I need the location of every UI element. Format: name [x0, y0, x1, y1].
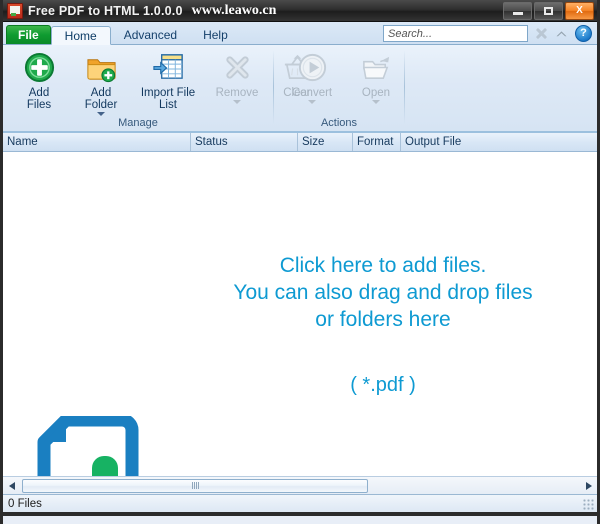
add-folder-label: Add Folder	[84, 87, 118, 111]
tab-advanced[interactable]: Advanced	[111, 25, 190, 44]
chevron-down-icon[interactable]	[97, 112, 105, 116]
add-folder-icon	[86, 59, 116, 83]
add-files-icon	[24, 52, 54, 83]
add-files-button[interactable]: Add Files	[11, 49, 67, 111]
tab-help[interactable]: Help	[190, 25, 241, 44]
ribbon-group-actions: Convert Open Actions	[274, 45, 404, 131]
open-button: Open	[348, 49, 404, 104]
ribbon-tab-strip: File Home Advanced Help Search... ?	[3, 22, 597, 45]
search-area: Search... ?	[383, 25, 592, 42]
clear-x-icon[interactable]	[535, 27, 548, 40]
maximize-button[interactable]	[534, 2, 563, 20]
drop-hint-line-2: You can also drag and drop files	[233, 281, 533, 304]
ribbon: Add Files Add Folder Import File List Re…	[3, 45, 597, 133]
file-count-label: 0 Files	[8, 497, 42, 510]
help-icon[interactable]: ?	[575, 25, 592, 42]
status-bar: 0 Files	[3, 494, 597, 512]
remove-label: Remove	[215, 87, 259, 99]
scrollbar-track[interactable]	[20, 478, 580, 494]
column-header-output-file[interactable]: Output File	[401, 133, 597, 151]
drop-hint-line-1: Click here to add files.	[279, 254, 487, 277]
import-file-list-label: Import File List	[140, 87, 196, 111]
application-window: Free PDF to HTML 1.0.0.0 www.leawo.cn X …	[0, 0, 600, 524]
remove-icon	[225, 56, 249, 79]
resize-grip-icon[interactable]	[583, 499, 594, 510]
column-header-size[interactable]: Size	[298, 133, 353, 151]
scroll-left-button[interactable]	[3, 478, 20, 494]
scroll-left-icon	[8, 481, 15, 490]
minimize-icon	[512, 12, 523, 15]
import-file-list-button[interactable]: Import File List	[133, 49, 203, 111]
pdf-app-icon	[7, 2, 23, 19]
chevron-down-icon	[372, 100, 380, 104]
add-folder-button[interactable]: Add Folder	[73, 49, 129, 116]
scrollbar-grip-icon	[191, 482, 199, 489]
close-button[interactable]: X	[565, 2, 594, 20]
column-header-format[interactable]: Format	[353, 133, 401, 151]
convert-play-icon	[298, 53, 326, 82]
drop-hint-line-3: or folders here	[315, 308, 451, 331]
ribbon-group-actions-label: Actions	[320, 117, 358, 129]
file-list-header: Name Status Size Format Output File	[3, 133, 597, 152]
window-title-url: www.leawo.cn	[191, 2, 277, 18]
horizontal-scrollbar[interactable]	[3, 476, 597, 494]
drop-hint-extension: ( *.pdf )	[350, 374, 416, 396]
title-bar: Free PDF to HTML 1.0.0.0 www.leawo.cn X	[3, 0, 597, 22]
tab-home[interactable]: Home	[50, 26, 111, 45]
column-header-status[interactable]: Status	[191, 133, 298, 151]
open-folder-icon	[362, 56, 389, 79]
convert-label: Convert	[291, 87, 333, 99]
scrollbar-thumb[interactable]	[22, 478, 368, 493]
chevron-down-icon	[233, 100, 241, 104]
window-title: Free PDF to HTML 1.0.0.0	[28, 3, 183, 18]
window-controls: X	[503, 2, 594, 20]
search-input[interactable]: Search...	[383, 25, 528, 42]
file-list-body[interactable]: Click here to add files. You can also dr…	[3, 152, 597, 476]
add-files-label: Add Files	[26, 87, 52, 111]
scroll-right-icon	[585, 481, 592, 490]
document-add-icon	[37, 416, 139, 476]
window-bottom-edge	[3, 512, 597, 516]
remove-button: Remove	[209, 49, 265, 104]
column-header-name[interactable]: Name	[3, 133, 191, 151]
ribbon-group-separator	[404, 50, 405, 124]
convert-button: Convert	[284, 49, 340, 104]
chevron-down-icon	[308, 100, 316, 104]
tab-file[interactable]: File	[6, 25, 51, 44]
minimize-button[interactable]	[503, 2, 532, 20]
empty-drop-zone[interactable]: Click here to add files. You can also dr…	[3, 152, 597, 476]
ribbon-group-manage: Add Files Add Folder Import File List Re…	[3, 45, 311, 131]
import-list-icon	[152, 54, 183, 79]
open-label: Open	[361, 87, 391, 99]
maximize-icon	[544, 7, 553, 15]
ribbon-group-manage-label: Manage	[118, 117, 158, 129]
drop-hint-text: Click here to add files. You can also dr…	[173, 252, 593, 333]
scroll-right-button[interactable]	[580, 478, 597, 494]
chevron-up-icon[interactable]	[555, 28, 568, 39]
